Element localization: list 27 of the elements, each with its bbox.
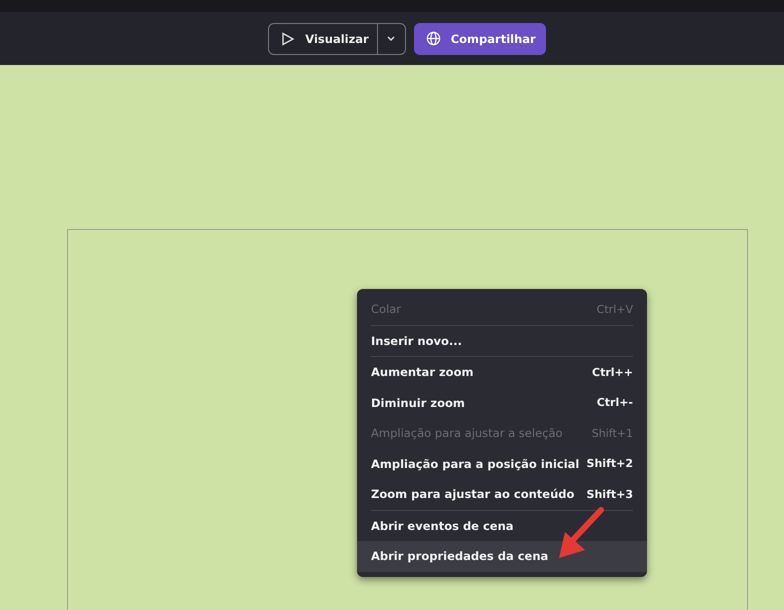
play-icon (281, 32, 296, 46)
chevron-down-icon (386, 34, 396, 42)
share-button[interactable]: Compartilhar (414, 22, 546, 54)
menu-item[interactable]: Abrir propriedades da cena (357, 541, 647, 572)
menu-item[interactable]: Zoom para ajustar ao conteúdo Shift+3 (357, 479, 647, 510)
menu-item-label: Inserir novo... (371, 334, 462, 348)
menu-item[interactable]: Aumentar zoom Ctrl++ (357, 357, 647, 388)
shortcut-text: Ctrl+V (596, 302, 633, 316)
preview-button[interactable]: Visualizar (269, 24, 377, 54)
menu-item-label: Colar (371, 302, 402, 316)
shortcut-text: Shift+1 (592, 426, 633, 440)
menu-item-label: Aumentar zoom (371, 365, 474, 380)
shortcut-text: Ctrl++ (592, 366, 633, 379)
globe-icon (426, 31, 441, 46)
menu-item-label: Abrir propriedades da cena (371, 549, 548, 564)
shortcut-text: Shift+2 (586, 457, 633, 470)
menu-item-label: Diminuir zoom (371, 396, 465, 410)
menu-item[interactable]: Ampliação para a posição inicial Shift+2 (357, 448, 647, 479)
shortcut-text: Shift+3 (586, 488, 633, 501)
menu-item-label: Zoom para ajustar ao conteúdo (371, 487, 574, 502)
menu-item-label: Ampliação para a posição inicial (371, 456, 580, 471)
menu-item-label: Ampliação para ajustar a seleção (371, 426, 563, 440)
menu-item[interactable]: Diminuir zoom Ctrl+- (357, 388, 647, 418)
shortcut-text: Ctrl+- (596, 396, 633, 410)
menu-item[interactable]: Inserir novo... (357, 326, 647, 356)
menu-item[interactable]: Abrir eventos de cena (357, 510, 647, 541)
menu-item-label: Abrir eventos de cena (371, 518, 514, 533)
